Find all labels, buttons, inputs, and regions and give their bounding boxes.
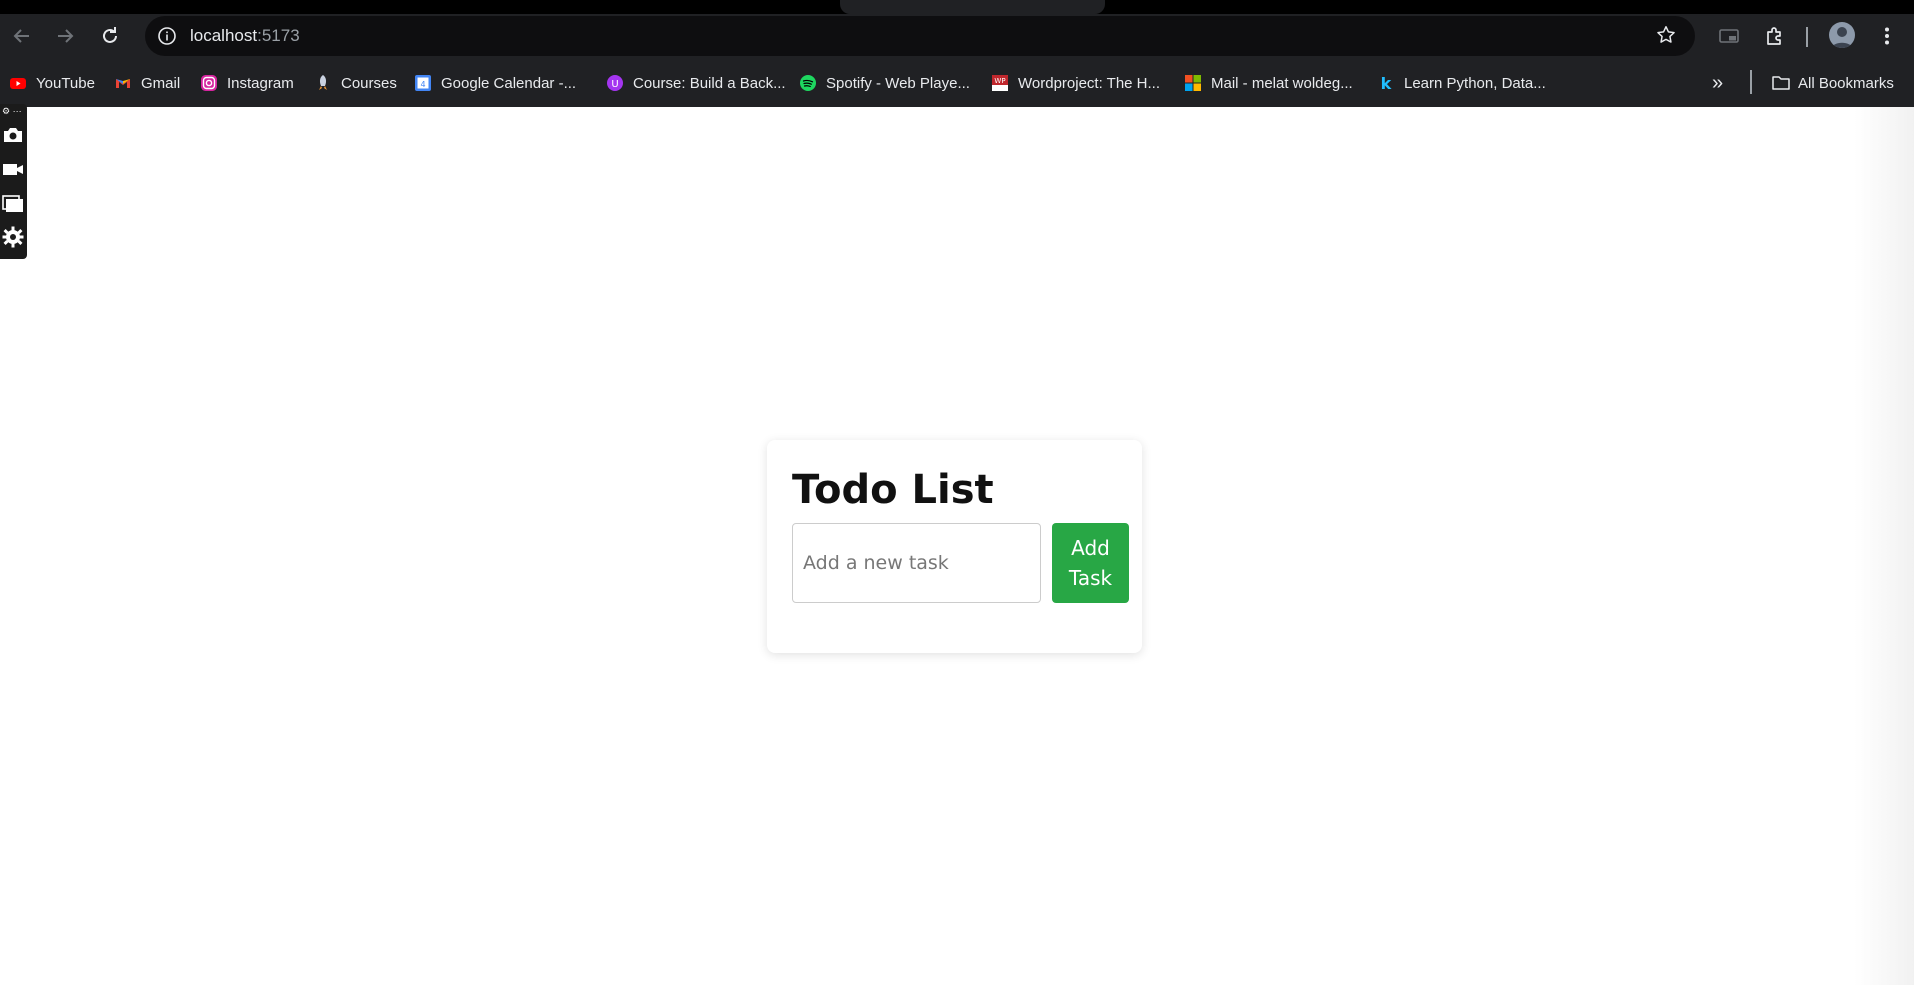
gmail-icon xyxy=(114,74,132,92)
all-bookmarks-label: All Bookmarks xyxy=(1798,74,1894,92)
screen-capture-widget: ⚙ ··· xyxy=(0,104,27,259)
browser-toolbar: localhost:5173 xyxy=(0,14,1914,58)
bookmark-label: Gmail xyxy=(141,74,181,92)
bookmark-label: Courses xyxy=(341,74,397,92)
bookmark-instagram[interactable]: Instagram xyxy=(200,72,294,94)
microsoft-icon xyxy=(1184,74,1202,92)
bookmark-google-calendar[interactable]: 4 Google Calendar -... xyxy=(414,72,576,94)
bookmarks-bar: YouTube Gmail Instagram Courses 4 Google… xyxy=(0,58,1914,107)
bookmark-label: Course: Build a Back... xyxy=(633,74,786,92)
bookmark-label: YouTube xyxy=(36,74,95,92)
back-icon[interactable] xyxy=(10,24,34,48)
picture-in-picture-icon[interactable] xyxy=(1717,24,1741,48)
bookmark-label: Wordproject: The H... xyxy=(1018,74,1161,92)
toolbar-divider xyxy=(1806,27,1808,47)
google-calendar-icon: 4 xyxy=(414,74,432,92)
all-bookmarks-button[interactable]: All Bookmarks xyxy=(1771,72,1894,94)
url-port: :5173 xyxy=(257,26,300,45)
page-title: Todo List xyxy=(792,467,994,513)
site-info-icon[interactable] xyxy=(157,26,177,46)
camera-icon[interactable] xyxy=(2,124,24,146)
active-tab[interactable] xyxy=(840,0,1105,14)
video-camera-icon[interactable] xyxy=(2,158,24,180)
youtube-icon xyxy=(9,74,27,92)
svg-text:k: k xyxy=(1381,74,1392,92)
bookmark-learn-python[interactable]: k Learn Python, Data... xyxy=(1377,72,1546,94)
widget-header[interactable]: ⚙ ··· xyxy=(2,106,24,116)
url-host: localhost xyxy=(190,26,258,45)
rocket-icon xyxy=(314,74,332,92)
bookmark-gmail[interactable]: Gmail xyxy=(114,72,180,94)
bookmark-star-icon[interactable] xyxy=(1655,24,1677,46)
forward-icon[interactable] xyxy=(53,24,77,48)
bookmark-wordproject[interactable]: WP Wordproject: The H... xyxy=(991,72,1160,94)
bookmark-label: Instagram xyxy=(227,74,294,92)
bookmark-label: Google Calendar -... xyxy=(441,74,577,92)
bookmark-label: Mail - melat woldeg... xyxy=(1211,74,1353,92)
window-icon[interactable] xyxy=(2,192,24,214)
bookmark-spotify[interactable]: Spotify - Web Playe... xyxy=(799,72,970,94)
bookmark-youtube[interactable]: YouTube xyxy=(9,72,95,94)
tab-strip xyxy=(0,0,1914,14)
bookmarks-divider xyxy=(1750,70,1752,94)
svg-text:4: 4 xyxy=(420,80,425,89)
k-icon: k xyxy=(1377,74,1395,93)
profile-avatar[interactable] xyxy=(1829,22,1855,48)
extensions-icon[interactable] xyxy=(1763,24,1787,48)
bookmark-courses[interactable]: Courses xyxy=(314,72,397,94)
bookmark-label: Learn Python, Data... xyxy=(1404,74,1546,92)
reload-icon[interactable] xyxy=(98,24,122,48)
add-task-button[interactable]: Add Task xyxy=(1052,523,1129,603)
bookmarks-overflow-button[interactable]: » xyxy=(1712,72,1723,94)
wordproject-icon: WP xyxy=(991,74,1009,92)
new-task-input[interactable] xyxy=(792,523,1041,603)
bookmark-label: Spotify - Web Playe... xyxy=(826,74,970,92)
svg-text:WP: WP xyxy=(994,77,1005,85)
folder-icon xyxy=(1771,74,1790,92)
scroll-shade xyxy=(1854,107,1914,985)
address-bar[interactable]: localhost:5173 xyxy=(145,16,1695,56)
svg-text:U: U xyxy=(611,79,618,90)
course-icon: U xyxy=(606,74,624,92)
url-text[interactable]: localhost:5173 xyxy=(190,26,300,46)
todo-card: Todo List Add Task xyxy=(767,440,1142,653)
instagram-icon xyxy=(200,74,218,92)
bookmark-outlook-mail[interactable]: Mail - melat woldeg... xyxy=(1184,72,1353,94)
more-menu-icon[interactable] xyxy=(1875,24,1899,48)
spotify-icon xyxy=(799,74,817,92)
bookmark-course-backend[interactable]: U Course: Build a Back... xyxy=(606,72,786,94)
settings-gear-icon[interactable] xyxy=(2,226,24,248)
